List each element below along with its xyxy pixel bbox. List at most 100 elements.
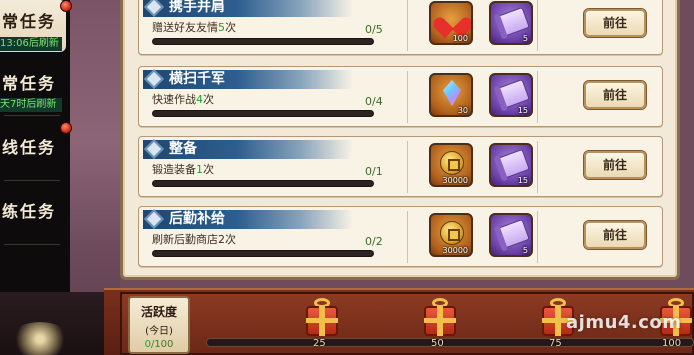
task-progress-text: 0/2	[365, 235, 383, 248]
tab-training-tasks[interactable]: 练任务	[0, 186, 66, 238]
task-progress-text: 0/1	[365, 165, 383, 178]
crystal-icon	[443, 80, 461, 106]
task-description: 快速作战4次	[152, 91, 214, 107]
task-progress-bar	[152, 250, 374, 257]
tab-refresh-timer: 天7时后刷新	[0, 98, 62, 112]
desc-count: 5	[218, 21, 225, 34]
reward-count: 100	[452, 34, 468, 43]
milestone-label: 50	[431, 338, 444, 349]
reward-item[interactable]: 30000	[429, 143, 473, 187]
reward-item[interactable]: 15	[489, 73, 533, 117]
scroll-icon	[496, 148, 530, 180]
desc-text: 赠送好友友情	[152, 21, 218, 34]
activity-progress-track	[206, 338, 694, 347]
desc-text: 锻造装备	[152, 163, 196, 176]
task-progress-text: 0/4	[365, 95, 383, 108]
task-title-banner: 携手并肩	[143, 0, 353, 17]
desc-count: 1	[196, 163, 203, 176]
coin-icon	[440, 151, 464, 175]
task-title: 携手并肩	[169, 0, 225, 15]
tab-weekly-tasks[interactable]: 常任务 天7时后刷新	[0, 60, 66, 112]
tab-refresh-timer: 13:06后刷新	[0, 37, 62, 51]
diamond-icon	[144, 69, 164, 89]
desc-suffix: 次	[203, 93, 214, 106]
divider	[407, 141, 408, 193]
reward-count: 5	[522, 246, 528, 255]
gift-box-icon	[424, 306, 456, 336]
background-art	[0, 292, 104, 355]
heart-icon	[441, 9, 465, 31]
game-screen: 常任务 13:06后刷新 常任务 天7时后刷新 线任务 练任务 携手并肩 赠送好…	[0, 0, 694, 355]
go-button[interactable]: 前往	[584, 81, 646, 109]
task-title-banner: 整备	[143, 139, 353, 159]
reward-count: 30000	[442, 176, 468, 185]
go-button[interactable]: 前往	[584, 221, 646, 249]
divider	[537, 71, 538, 123]
task-description: 赠送好友友情5次	[152, 19, 236, 35]
diamond-icon	[144, 0, 164, 17]
task-title: 整备	[169, 141, 197, 157]
tab-divider	[4, 244, 60, 245]
scroll-icon	[496, 78, 530, 110]
tab-daily-tasks[interactable]: 常任务 13:06后刷新	[0, 0, 66, 52]
reward-count: 30000	[442, 246, 468, 255]
task-progress-text: 0/5	[365, 23, 383, 36]
task-description: 刷新后勤商店2次	[152, 231, 236, 247]
desc-count: 4	[196, 93, 203, 106]
notification-dot	[60, 0, 72, 12]
tab-label: 常任务	[2, 74, 57, 93]
task-progress-bar	[152, 180, 374, 187]
task-row: 后勤补给 刷新后勤商店2次 0/2 30000 5 前往	[138, 206, 663, 267]
notification-dot	[60, 122, 72, 134]
desc-suffix: 次	[225, 21, 236, 34]
tab-divider	[4, 115, 60, 116]
divider	[537, 0, 538, 51]
go-button[interactable]: 前往	[584, 9, 646, 37]
divider	[407, 211, 408, 263]
milestone-label: 75	[549, 338, 562, 349]
activity-title: 活跃度	[140, 305, 177, 319]
scroll-icon	[496, 218, 530, 250]
task-title-banner: 后勤补给	[143, 209, 353, 229]
divider	[407, 71, 408, 123]
task-title: 后勤补给	[169, 211, 225, 227]
coin-icon	[440, 221, 464, 245]
task-progress-bar	[152, 38, 374, 45]
desc-suffix: 次	[203, 163, 214, 176]
milestone-label: 25	[313, 338, 326, 349]
desc-text: 快速作战	[152, 93, 196, 106]
task-title: 横扫千军	[169, 71, 225, 87]
reward-item[interactable]: 100	[429, 1, 473, 45]
divider	[537, 211, 538, 263]
background-art	[680, 0, 694, 280]
task-title-banner: 横扫千军	[143, 69, 353, 89]
tab-main-tasks[interactable]: 线任务	[0, 122, 66, 174]
task-progress-bar	[152, 110, 374, 117]
activity-summary: 活跃度 (今日) 0/100	[128, 296, 190, 354]
tab-label: 练任务	[2, 202, 57, 221]
reward-count: 15	[517, 176, 528, 185]
divider	[537, 141, 538, 193]
go-button[interactable]: 前往	[584, 151, 646, 179]
tab-divider	[4, 180, 60, 181]
task-row: 携手并肩 赠送好友友情5次 0/5 100 5 前往	[138, 0, 663, 55]
watermark: ajmu4.com	[566, 312, 682, 333]
reward-item[interactable]: 15	[489, 143, 533, 187]
reward-item[interactable]: 5	[489, 1, 533, 45]
task-row: 横扫千军 快速作战4次 0/4 30 15 前往	[138, 66, 663, 127]
reward-item[interactable]: 30000	[429, 213, 473, 257]
reward-count: 15	[517, 106, 528, 115]
diamond-icon	[144, 209, 164, 229]
diamond-icon	[144, 139, 164, 159]
reward-item[interactable]: 30	[429, 73, 473, 117]
reward-count: 30	[457, 106, 468, 115]
task-row: 整备 锻造装备1次 0/1 30000 15 前往	[138, 136, 663, 197]
activity-subtitle: (今日)	[145, 326, 173, 337]
scroll-icon	[496, 6, 530, 38]
milestone-label: 100	[662, 338, 682, 349]
desc-text: 刷新后勤商店2次	[152, 233, 236, 246]
divider	[407, 0, 408, 51]
tab-label: 线任务	[2, 138, 57, 157]
reward-item[interactable]: 5	[489, 213, 533, 257]
reward-count: 5	[522, 34, 528, 43]
